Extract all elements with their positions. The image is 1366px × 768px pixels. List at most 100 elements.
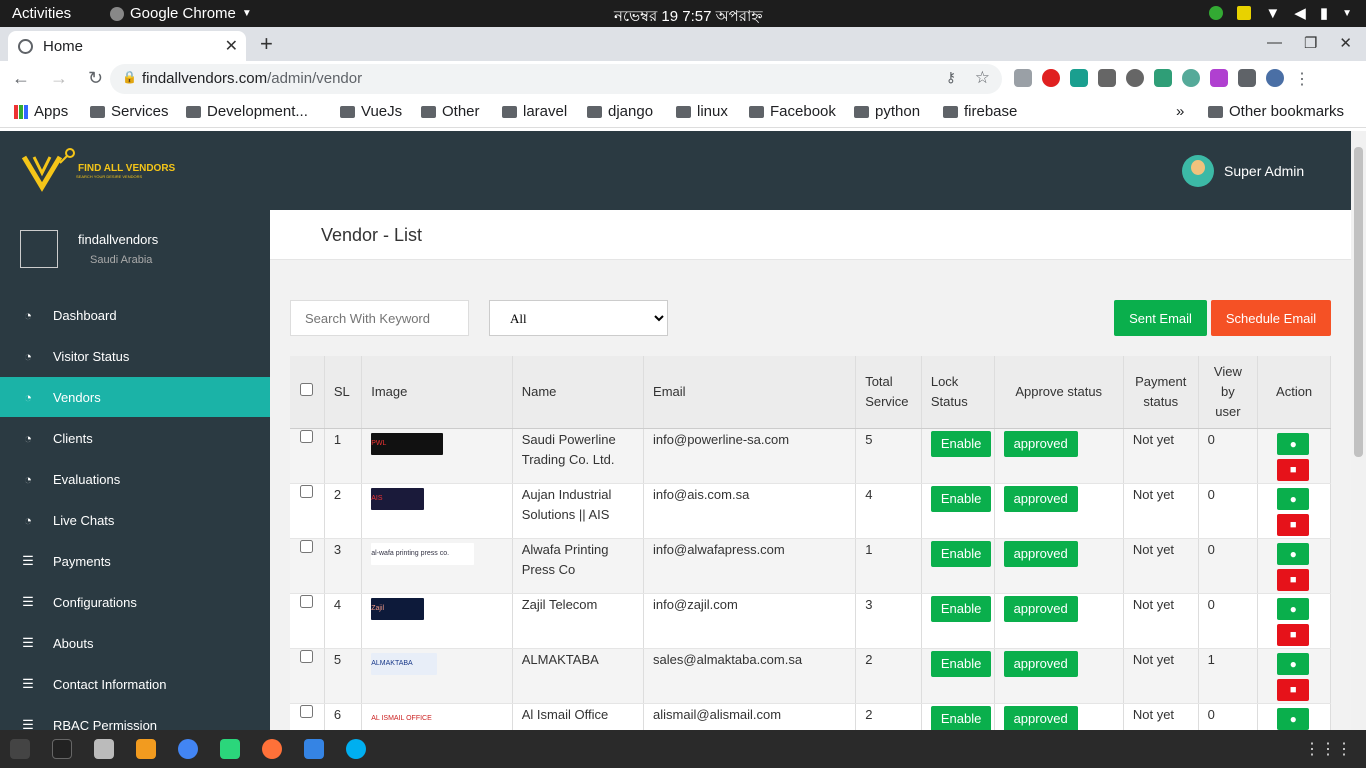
lock-status-button[interactable]: Enable: [930, 540, 992, 567]
bookmark-folder[interactable]: linux: [676, 103, 728, 120]
text-editor-icon[interactable]: [304, 739, 324, 759]
page-scrollbar[interactable]: [1351, 131, 1366, 730]
lock-status-button[interactable]: Enable: [930, 650, 992, 677]
vue-devtools-icon[interactable]: [1154, 69, 1172, 87]
sublime-icon[interactable]: [136, 739, 156, 759]
restore-icon[interactable]: ❐: [1304, 34, 1317, 52]
col-sl[interactable]: SL: [324, 356, 363, 429]
bookmark-folder[interactable]: django: [587, 103, 653, 120]
lock-status-button[interactable]: Enable: [930, 485, 992, 512]
delete-button[interactable]: ■: [1277, 568, 1310, 591]
sidebar-item-visitor-status[interactable]: ◔ Visitor Status: [0, 336, 270, 376]
view-button[interactable]: ●: [1277, 597, 1310, 620]
row-checkbox[interactable]: [300, 594, 313, 608]
tab-home[interactable]: Home ✕: [8, 31, 246, 61]
files-icon[interactable]: [94, 739, 114, 759]
close-tab-icon[interactable]: ✕: [225, 36, 238, 56]
delete-button[interactable]: ■: [1277, 623, 1310, 646]
feather-icon[interactable]: [1210, 69, 1228, 87]
bookmark-star-icon[interactable]: ☆: [975, 68, 990, 88]
profile-avatar-icon[interactable]: [1266, 69, 1284, 87]
bookmark-folder[interactable]: Other: [421, 103, 480, 120]
sidebar-item-evaluations[interactable]: ◔ Evaluations: [0, 459, 270, 499]
terminal-dark-icon[interactable]: [52, 739, 72, 759]
forward-icon[interactable]: →: [50, 68, 68, 89]
bookmark-other[interactable]: Other bookmarks: [1208, 103, 1344, 120]
sidebar-item-contact-information[interactable]: ☰ Contact Information: [0, 664, 270, 704]
col-approve-status[interactable]: Approve status: [994, 356, 1124, 429]
col-email[interactable]: Email: [643, 356, 857, 429]
close-window-icon[interactable]: ✕: [1339, 34, 1352, 52]
bookmark-folder[interactable]: Development...: [186, 103, 308, 120]
logo[interactable]: FIND ALL VENDORS SEARCH YOUR DESIRE VEND…: [20, 147, 175, 195]
scrollbar-thumb[interactable]: [1354, 147, 1363, 457]
move-icon[interactable]: [1098, 69, 1116, 87]
sent-email-button[interactable]: Sent Email: [1114, 300, 1207, 336]
approve-status-button[interactable]: approved: [1003, 485, 1078, 512]
select-all-checkbox[interactable]: [300, 382, 313, 396]
bookmark-apps[interactable]: Apps: [14, 103, 68, 120]
view-button[interactable]: ●: [1277, 542, 1310, 565]
pycharm-icon[interactable]: [220, 739, 240, 759]
terminal-icon[interactable]: [10, 739, 30, 759]
back-icon[interactable]: ←: [12, 68, 30, 89]
row-checkbox[interactable]: [300, 649, 313, 663]
app-menu[interactable]: Google Chrome ▼: [110, 5, 252, 22]
sidebar-item-vendors[interactable]: ◔ Vendors: [0, 377, 270, 417]
col-name[interactable]: Name: [512, 356, 645, 429]
activities-button[interactable]: Activities: [12, 5, 71, 22]
bookmark-folder[interactable]: python: [854, 103, 920, 120]
row-checkbox[interactable]: [300, 539, 313, 553]
approve-status-button[interactable]: approved: [1003, 540, 1078, 567]
key-icon[interactable]: ⚷: [946, 69, 956, 86]
view-button[interactable]: ●: [1277, 432, 1310, 455]
col-payment-status[interactable]: Payment status: [1123, 356, 1199, 429]
col-lock-status[interactable]: Lock Status: [921, 356, 995, 429]
search-input[interactable]: [290, 300, 469, 336]
bookmarks-overflow[interactable]: »: [1176, 103, 1184, 120]
code-icon[interactable]: [1126, 69, 1144, 87]
sidebar-item-rbac-permission[interactable]: ☰ RBAC Permission: [0, 705, 270, 730]
schedule-email-button[interactable]: Schedule Email: [1211, 300, 1331, 336]
colorzilla-icon[interactable]: [1182, 69, 1200, 87]
sidebar-item-live-chats[interactable]: ◔ Live Chats: [0, 500, 270, 540]
sidebar-item-clients[interactable]: ◔ Clients: [0, 418, 270, 458]
view-button[interactable]: ●: [1277, 652, 1310, 675]
approve-status-button[interactable]: approved: [1003, 430, 1078, 457]
system-tray[interactable]: ▼ ◀ ▮ ▼: [1209, 4, 1352, 22]
lock-status-button[interactable]: Enable: [930, 430, 992, 457]
lock-icon[interactable]: 🔒: [122, 70, 137, 84]
delete-button[interactable]: ■: [1277, 513, 1310, 536]
reload-icon[interactable]: ↻: [88, 68, 103, 89]
show-apps-icon[interactable]: ⋮⋮⋮: [1304, 739, 1352, 759]
sidebar-item-configurations[interactable]: ☰ Configurations: [0, 582, 270, 622]
sidebar-item-dashboard[interactable]: ◔ Dashboard: [0, 295, 270, 335]
extensions-puzzle-icon[interactable]: [1238, 69, 1256, 87]
delete-button[interactable]: ■: [1277, 458, 1310, 481]
lock-status-button[interactable]: Enable: [930, 595, 992, 622]
user-menu[interactable]: Super Admin: [1182, 155, 1304, 187]
bookmark-folder[interactable]: laravel: [502, 103, 567, 120]
approve-status-button[interactable]: approved: [1003, 650, 1078, 677]
row-checkbox[interactable]: [300, 429, 313, 443]
camera-icon[interactable]: [1014, 69, 1032, 87]
sidebar-item-payments[interactable]: ☰ Payments: [0, 541, 270, 581]
firefox-icon[interactable]: [262, 739, 282, 759]
col-total-service[interactable]: Total Service: [855, 356, 922, 429]
bookmark-folder[interactable]: VueJs: [340, 103, 402, 120]
approve-status-button[interactable]: approved: [1003, 705, 1078, 732]
lock-status-button[interactable]: Enable: [930, 705, 992, 732]
address-bar[interactable]: 🔒 findallvendors.com/admin/vendor ⚷ ☆: [110, 64, 1002, 94]
delete-button[interactable]: ■: [1277, 678, 1310, 701]
chrome-icon[interactable]: [178, 739, 198, 759]
view-button[interactable]: ●: [1277, 707, 1310, 730]
bookmark-folder[interactable]: Services: [90, 103, 169, 120]
view-button[interactable]: ●: [1277, 487, 1310, 510]
menu-kebab-icon[interactable]: ⋮: [1294, 69, 1310, 89]
new-tab-button[interactable]: +: [260, 31, 273, 57]
col-image[interactable]: Image: [361, 356, 513, 429]
adblock-icon[interactable]: [1042, 69, 1060, 87]
mail-icon[interactable]: [1070, 69, 1088, 87]
row-checkbox[interactable]: [300, 704, 313, 718]
skype-icon[interactable]: [346, 739, 366, 759]
